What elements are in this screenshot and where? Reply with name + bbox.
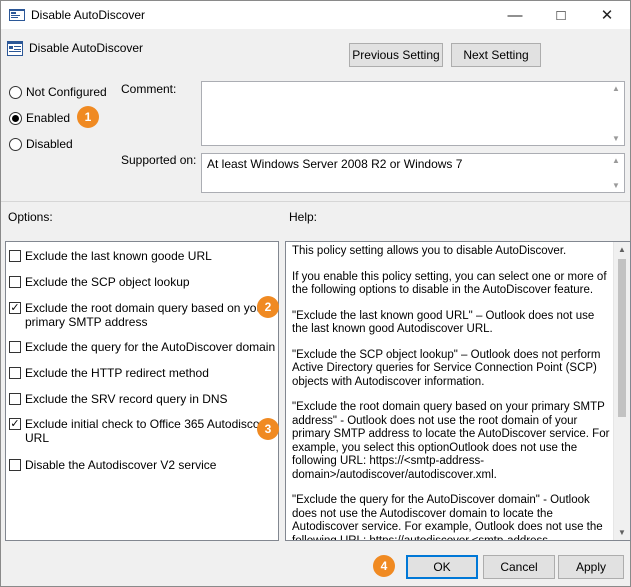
next-setting-button[interactable]: Next Setting: [451, 43, 541, 67]
option-label: Exclude the query for the AutoDiscover d…: [25, 340, 276, 354]
option-label: Exclude initial check to Office 365 Auto…: [25, 417, 277, 445]
scroll-down-icon[interactable]: ▼: [612, 181, 620, 190]
ok-button[interactable]: OK: [406, 555, 478, 579]
callout-badge: 3: [257, 418, 279, 440]
option-label: Disable the Autodiscover V2 service: [25, 458, 217, 472]
minimize-icon[interactable]: —: [492, 1, 538, 29]
checkbox[interactable]: [9, 276, 21, 288]
radio-label: Enabled: [26, 111, 71, 125]
help-paragraph: "Exclude the last known good URL" – Outl…: [292, 309, 595, 336]
option-exclude-http-redirect[interactable]: Exclude the HTTP redirect method: [9, 366, 277, 380]
cancel-button[interactable]: Cancel: [483, 555, 555, 579]
scroll-up-icon[interactable]: ▲: [618, 245, 626, 254]
help-scrollbar[interactable]: ▲ ▼: [613, 242, 630, 540]
supported-on-field: At least Windows Server 2008 R2 or Windo…: [201, 153, 625, 193]
radio-not-configured[interactable]: Not Configured: [9, 85, 107, 99]
callout-badge: 2: [257, 296, 279, 318]
policy-dialog-window: Disable AutoDiscover — □ ✕ Disable AutoD…: [0, 0, 631, 587]
option-label: Exclude the SCP object lookup: [25, 275, 190, 289]
comment-textarea[interactable]: ▲ ▼: [201, 81, 625, 146]
policy-setting-icon: [7, 41, 23, 56]
checkbox[interactable]: [9, 367, 21, 379]
previous-setting-button[interactable]: Previous Setting: [349, 43, 443, 67]
scroll-down-icon[interactable]: ▼: [618, 528, 626, 537]
help-panel: This policy setting allows you to disabl…: [285, 241, 631, 541]
option-label: Exclude the HTTP redirect method: [25, 366, 209, 380]
maximize-icon[interactable]: □: [538, 1, 584, 29]
supported-on-label: Supported on:: [121, 153, 197, 167]
option-exclude-scp-lookup[interactable]: Exclude the SCP object lookup: [9, 275, 277, 289]
option-label: Exclude the SRV record query in DNS: [25, 392, 228, 406]
options-label: Options:: [8, 210, 53, 224]
checkbox[interactable]: [9, 393, 21, 405]
supported-scrollbar[interactable]: ▲ ▼: [610, 154, 624, 192]
callout-badge: 1: [77, 106, 99, 128]
radio-label: Disabled: [26, 137, 73, 151]
option-exclude-root-domain-query[interactable]: ✓ Exclude the root domain query based on…: [9, 301, 277, 329]
help-paragraph: "Exclude the root domain query based on …: [292, 401, 610, 481]
scrollbar-thumb[interactable]: [618, 259, 626, 417]
help-paragraph: "Exclude the SCP object lookup" – Outloo…: [292, 348, 601, 388]
radio-disabled[interactable]: Disabled: [9, 137, 73, 151]
help-paragraph: This policy setting allows you to disabl…: [292, 245, 567, 257]
policy-title: Disable AutoDiscover: [29, 41, 144, 55]
checkbox[interactable]: [9, 341, 21, 353]
option-exclude-last-known-good-url[interactable]: Exclude the last known goode URL: [9, 249, 277, 263]
checkbox[interactable]: ✓: [9, 302, 21, 314]
scroll-down-icon[interactable]: ▼: [612, 134, 620, 143]
option-label: Exclude the root domain query based on y…: [25, 301, 268, 329]
checkbox[interactable]: [9, 459, 21, 471]
radio-circle[interactable]: [9, 137, 22, 151]
options-panel: Exclude the last known goode URL Exclude…: [5, 241, 279, 541]
radio-label: Not Configured: [26, 85, 107, 99]
checkbox[interactable]: [9, 250, 21, 262]
title-bar: Disable AutoDiscover — □ ✕: [1, 1, 630, 29]
radio-circle[interactable]: [9, 111, 22, 125]
option-label: Exclude the last known goode URL: [25, 249, 212, 263]
checkbox[interactable]: ✓: [9, 418, 21, 430]
option-exclude-srv-record[interactable]: Exclude the SRV record query in DNS: [9, 392, 277, 406]
help-paragraph: If you enable this policy setting, you c…: [292, 270, 607, 297]
scroll-up-icon[interactable]: ▲: [612, 156, 620, 165]
group-policy-icon: [9, 9, 25, 21]
window-title: Disable AutoDiscover: [31, 8, 146, 22]
callout-badge: 4: [373, 555, 395, 577]
radio-circle[interactable]: [9, 85, 22, 99]
comment-label: Comment:: [121, 82, 177, 96]
apply-button[interactable]: Apply: [558, 555, 624, 579]
option-disable-autodiscover-v2[interactable]: Disable the Autodiscover V2 service: [9, 458, 277, 472]
help-paragraph: "Exclude the query for the AutoDiscover …: [292, 494, 603, 541]
comment-scrollbar[interactable]: ▲ ▼: [610, 82, 624, 145]
help-label: Help:: [289, 210, 318, 224]
section-divider: [1, 201, 630, 202]
option-exclude-autodiscover-domain[interactable]: Exclude the query for the AutoDiscover d…: [9, 340, 277, 354]
option-exclude-office365-check[interactable]: ✓ Exclude initial check to Office 365 Au…: [9, 417, 277, 445]
help-text: This policy setting allows you to disabl…: [292, 245, 612, 541]
radio-enabled[interactable]: Enabled: [9, 111, 70, 125]
close-icon[interactable]: ✕: [584, 1, 630, 29]
scroll-up-icon[interactable]: ▲: [612, 84, 620, 93]
supported-on-value: At least Windows Server 2008 R2 or Windo…: [207, 157, 463, 171]
